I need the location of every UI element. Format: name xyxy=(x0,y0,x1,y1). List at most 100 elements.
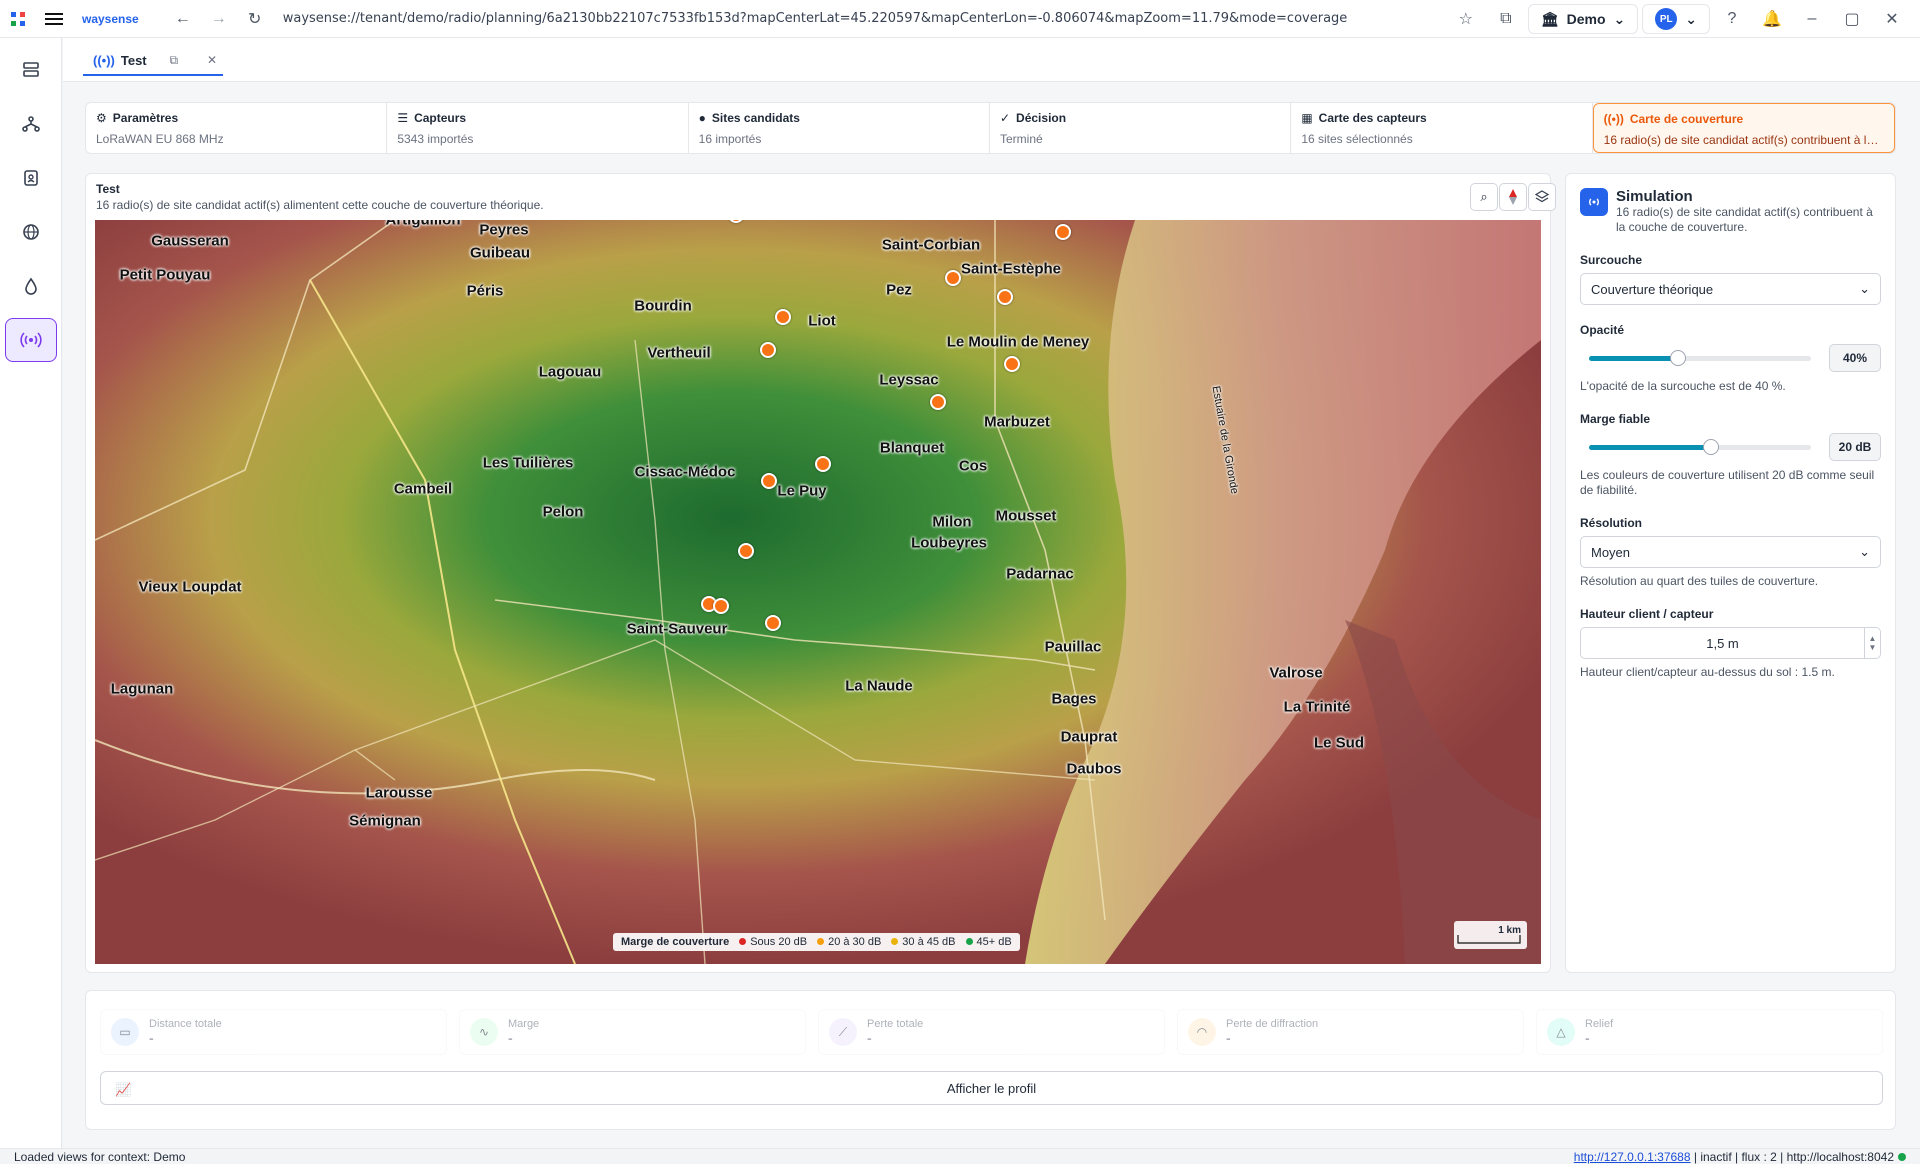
step-1[interactable]: ☰ Capteurs 5343 importés xyxy=(387,103,689,153)
tab-strip: ((•)) Test ⧉ ✕ xyxy=(63,38,1920,82)
user-menu[interactable]: PL ⌄ xyxy=(1642,4,1710,34)
reload-icon[interactable]: ↻ xyxy=(237,4,273,34)
step-2[interactable]: ● Sites candidats 16 importés xyxy=(689,103,990,153)
bookmark-star-icon[interactable]: ☆ xyxy=(1448,4,1484,34)
sidebar-item-contacts[interactable] xyxy=(5,156,57,200)
candidate-site-marker[interactable] xyxy=(945,270,961,286)
pulse-icon: ∿ xyxy=(470,1018,498,1046)
status-link[interactable]: http://127.0.0.1:37688 xyxy=(1574,1150,1691,1164)
map-compass-button[interactable] xyxy=(1499,183,1527,211)
map-place-label: Lagunan xyxy=(110,680,174,698)
sidebar-item-servers[interactable] xyxy=(5,48,57,92)
step-0[interactable]: ⚙ Paramètres LoRaWAN EU 868 MHz xyxy=(86,103,388,153)
legend-dot xyxy=(965,938,973,945)
minimize-icon[interactable]: – xyxy=(1794,4,1830,34)
step-subtitle: 16 sites sélectionnés xyxy=(1301,132,1413,146)
maximize-icon[interactable]: ▢ xyxy=(1834,4,1870,34)
height-input[interactable]: 1,5 m ▲ ▼ xyxy=(1580,627,1881,659)
chevron-down-icon: ⌄ xyxy=(1685,10,1697,27)
sidebar-item-radio-planning[interactable] xyxy=(5,318,57,362)
workflow-steps: ⚙ Paramètres LoRaWAN EU 868 MHz ☰ Capteurs 53… xyxy=(85,102,1896,154)
help-icon[interactable]: ? xyxy=(1714,4,1750,34)
context-switcher[interactable]: 🏛 Demo ⌄ xyxy=(1527,4,1639,34)
map-place-label: Gausseran xyxy=(151,232,229,250)
map-icon: ▦ xyxy=(1301,111,1313,125)
stepper-up-icon[interactable]: ▲ xyxy=(1869,634,1877,643)
opacity-value: 40% xyxy=(1829,344,1881,372)
legend-item-label: 30 à 45 dB xyxy=(902,936,956,948)
map-place-label: La Trinité xyxy=(1283,698,1351,716)
legend-item: 30 à 45 dB xyxy=(891,936,956,948)
margin-slider[interactable] xyxy=(1589,438,1811,455)
margin-help: Les couleurs de couverture utilisent 20 … xyxy=(1580,468,1875,497)
profile-stat-label: Perte totale xyxy=(867,1018,924,1030)
profile-stat: ∿ Marge - xyxy=(459,1009,806,1055)
legend-dot xyxy=(817,938,825,945)
candidate-site-marker[interactable] xyxy=(997,289,1013,305)
profile-stat: ⟋ Perte totale - xyxy=(818,1009,1165,1055)
popout-icon[interactable]: ⧉ xyxy=(170,53,179,68)
candidate-site-marker[interactable] xyxy=(765,615,781,631)
map-card-title: Test xyxy=(96,182,120,196)
legend-title: Marge de couverture xyxy=(621,936,730,948)
map-search-button[interactable]: ⌕ xyxy=(1470,183,1498,211)
candidate-site-marker[interactable] xyxy=(930,394,946,410)
step-subtitle: 16 radio(s) de site candidat actif(s) co… xyxy=(1603,133,1884,147)
list-icon: ☰ xyxy=(397,111,409,125)
resolution-select[interactable]: Moyen ⌄ xyxy=(1580,536,1881,568)
candidate-site-marker[interactable] xyxy=(1055,224,1071,240)
forward-icon[interactable]: → xyxy=(201,4,237,34)
resolution-help: Résolution au quart des tuiles de couver… xyxy=(1580,574,1819,588)
profile-stats: ▭ Distance totale - ∿ Marge - ⟋ Perte totale - ◠ P… xyxy=(100,1009,1883,1055)
address-bar[interactable]: waysense://tenant/demo/radio/planning/6a… xyxy=(283,11,1433,26)
step-subtitle: 16 importés xyxy=(698,132,762,146)
network-icon xyxy=(22,116,40,132)
tab-label: Test xyxy=(120,52,147,68)
contact-card-icon xyxy=(24,170,38,186)
candidate-site-marker[interactable] xyxy=(1004,356,1020,372)
back-icon[interactable]: ← xyxy=(165,4,201,34)
pin-icon: ● xyxy=(698,111,706,125)
map-place-label: Valrose xyxy=(1269,664,1323,682)
bell-icon[interactable]: 🔔 xyxy=(1754,4,1790,34)
stepper-down-icon[interactable]: ▼ xyxy=(1869,643,1877,652)
candidate-site-marker[interactable] xyxy=(761,473,777,489)
step-3[interactable]: ✓ Décision Terminé xyxy=(990,103,1292,153)
candidate-site-marker[interactable] xyxy=(738,543,754,559)
resolution-label: Résolution xyxy=(1580,516,1642,530)
tab-test[interactable]: ((•)) Test ⧉ ✕ xyxy=(83,46,223,76)
profile-stat-value: - xyxy=(1226,1030,1231,1046)
candidate-site-marker[interactable] xyxy=(713,598,729,614)
server-icon xyxy=(23,62,39,77)
simulation-panel: Simulation 16 radio(s) de site candidat … xyxy=(1565,173,1896,973)
close-icon[interactable]: ✕ xyxy=(1874,4,1910,34)
profile-panel: ▭ Distance totale - ∿ Marge - ⟋ Perte totale - ◠ P… xyxy=(85,990,1896,1130)
step-4[interactable]: ▦ Carte des capteurs 16 sites sélectionnés xyxy=(1291,103,1593,153)
map-layers-button[interactable] xyxy=(1528,183,1556,211)
app-logo-icon[interactable] xyxy=(0,4,36,34)
sidebar-item-network[interactable] xyxy=(5,102,57,146)
candidate-site-marker[interactable] xyxy=(775,309,791,325)
step-subtitle: 5343 importés xyxy=(397,132,474,146)
overlay-select[interactable]: Couverture théorique ⌄ xyxy=(1580,273,1881,305)
chart-icon: ⟋ xyxy=(829,1018,857,1046)
sidebar-item-globe[interactable] xyxy=(5,210,57,254)
candidate-site-marker[interactable] xyxy=(760,342,776,358)
copy-icon[interactable]: ⧉ xyxy=(1488,4,1524,34)
opacity-slider[interactable] xyxy=(1589,349,1811,366)
scale-bar: 1 km xyxy=(1454,921,1527,949)
close-tab-icon[interactable]: ✕ xyxy=(207,53,217,67)
opacity-slider-fill xyxy=(1589,355,1678,361)
step-5[interactable]: ((•)) Carte de couverture 16 radio(s) de s… xyxy=(1592,103,1895,153)
show-profile-button[interactable]: 📈 Afficher le profil xyxy=(100,1071,1883,1105)
context-label: Demo xyxy=(1566,11,1606,27)
opacity-slider-thumb[interactable] xyxy=(1669,349,1686,366)
height-stepper[interactable]: ▲ ▼ xyxy=(1864,628,1880,658)
map-card-subtitle: 16 radio(s) de site candidat actif(s) al… xyxy=(96,198,544,212)
menu-icon[interactable] xyxy=(36,4,72,34)
building-icon: 🏛 xyxy=(1540,10,1559,27)
sidebar-item-water[interactable] xyxy=(5,264,57,308)
candidate-site-marker[interactable] xyxy=(815,456,831,472)
margin-slider-thumb[interactable] xyxy=(1703,438,1720,455)
coverage-map[interactable]: Artigullion Peyres Gausseran Guibeau Petit P… xyxy=(95,220,1541,964)
